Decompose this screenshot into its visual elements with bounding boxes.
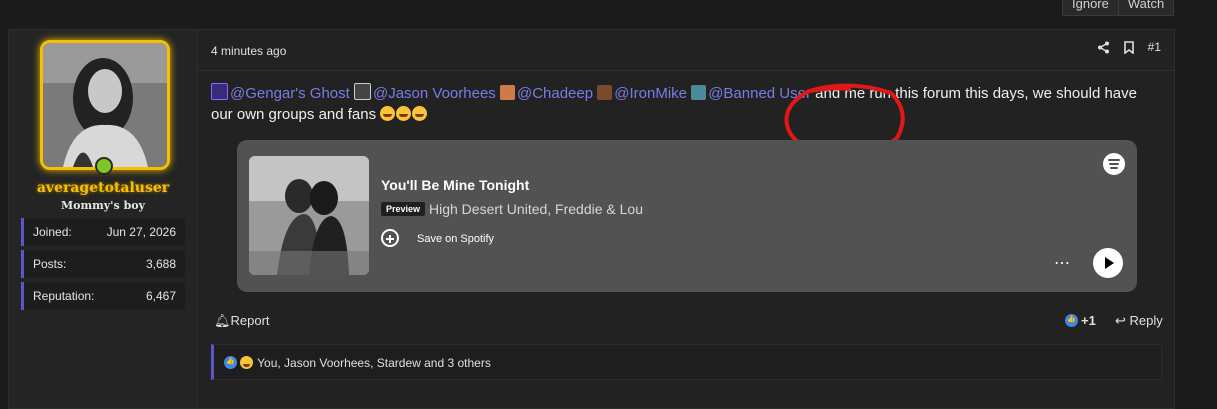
mention-link[interactable]: @Gengar's Ghost — [230, 85, 350, 102]
mention-link[interactable]: @IronMike — [614, 85, 687, 102]
reactions-summary[interactable]: You, Jason Voorhees, Stardew and 3 other… — [211, 344, 1162, 380]
spotify-logo-icon[interactable] — [1103, 153, 1125, 175]
track-title[interactable]: You'll Be Mine Tonight — [381, 177, 529, 193]
add-circle-icon[interactable] — [381, 229, 399, 247]
mention-avatar-icon — [211, 83, 228, 100]
more-options-icon[interactable]: ⋯ — [1054, 253, 1072, 273]
reply-button[interactable]: ↩ Reply — [1115, 313, 1163, 329]
laughing-emoji-icon — [412, 106, 428, 121]
post-number[interactable]: #1 — [1148, 40, 1161, 54]
message-cell: 4 minutes ago #1 @Gengar's Ghost @Jason … — [198, 30, 1174, 408]
stat-label: Joined: — [33, 225, 72, 239]
avatar[interactable] — [40, 40, 170, 170]
mention-avatar-icon — [353, 83, 371, 100]
ignore-button[interactable]: Ignore — [1062, 0, 1119, 16]
laughing-emoji-icon — [396, 106, 412, 121]
mention-link[interactable]: @Jason Voorhees — [373, 85, 496, 102]
stat-label: Posts: — [33, 257, 67, 271]
username[interactable]: averagetotaluser — [9, 180, 197, 196]
bookmark-icon[interactable] — [1123, 40, 1134, 54]
bell-icon: 🔔︎ — [214, 313, 231, 328]
mention-avatar-icon — [499, 85, 515, 100]
message-body: @Gengar's Ghost @Jason Voorhees @Chadeep… — [211, 83, 1161, 125]
reaction-count: +1 — [1081, 313, 1096, 328]
message-header: 4 minutes ago #1 — [198, 30, 1174, 71]
reactions-text[interactable]: You, Jason Voorhees, Stardew and 3 other… — [257, 356, 491, 370]
album-art-image — [249, 156, 369, 275]
avatar-photo — [43, 43, 167, 167]
spotify-embed[interactable]: You'll Be Mine Tonight Preview High Dese… — [237, 140, 1137, 292]
post-time[interactable]: 4 minutes ago — [211, 44, 286, 58]
report-link[interactable]: 🔔︎Report — [214, 313, 270, 329]
watch-button[interactable]: Watch — [1118, 0, 1175, 16]
mention-link[interactable]: @Banned User — [708, 85, 811, 102]
stat-label: Reputation: — [33, 289, 95, 303]
user-title: Mommy's boy — [61, 199, 145, 212]
header-icons: #1 — [1097, 40, 1161, 54]
mention-avatar-icon — [597, 85, 613, 100]
like-icon — [224, 356, 237, 369]
reaction-button[interactable]: +1 — [1065, 313, 1096, 328]
stat-value: 6,467 — [145, 289, 176, 303]
laughing-emoji-icon — [380, 106, 396, 121]
forum-post: averagetotaluser Mommy's boy Joined: Jun… — [8, 29, 1175, 409]
save-on-spotify-button[interactable]: Save on Spotify — [417, 233, 494, 245]
online-status-icon — [95, 157, 113, 175]
play-button[interactable] — [1093, 248, 1123, 278]
reply-icon: ↩ — [1115, 313, 1126, 328]
stat-joined: Joined: Jun 27, 2026 — [21, 218, 185, 246]
stat-value: 3,688 — [145, 257, 176, 271]
user-info-panel: averagetotaluser Mommy's boy Joined: Jun… — [9, 30, 198, 408]
track-artists[interactable]: High Desert United, Freddie & Lou — [429, 201, 643, 217]
mention-link[interactable]: @Chadeep — [517, 85, 593, 102]
reply-label: Reply — [1129, 313, 1163, 328]
album-art[interactable] — [249, 156, 369, 275]
stat-reputation: Reputation: 6,467 — [21, 282, 185, 310]
like-icon — [1065, 314, 1078, 327]
preview-badge: Preview — [381, 202, 426, 216]
mention-avatar-icon — [691, 85, 707, 100]
stat-value: Jun 27, 2026 — [106, 225, 176, 239]
share-icon[interactable] — [1097, 41, 1110, 54]
stat-posts: Posts: 3,688 — [21, 250, 185, 278]
report-label: Report — [230, 313, 270, 328]
post-top-actions: Ignore Watch — [1062, 0, 1175, 16]
laughing-emoji-icon — [240, 356, 253, 369]
